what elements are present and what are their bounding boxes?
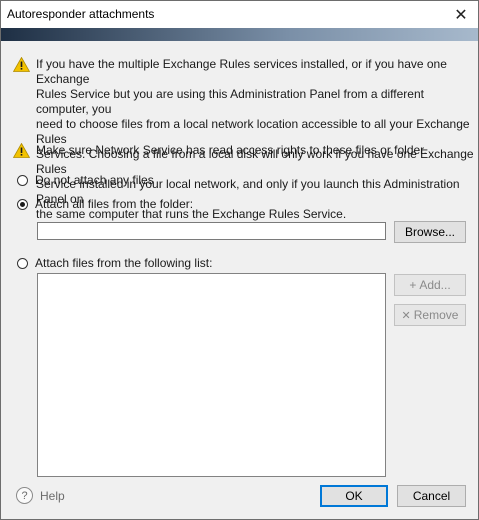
radio-button[interactable] [17,257,28,269]
help-label: Help [40,488,65,503]
access-warning-text: Make sure Network Service has read acces… [36,143,427,157]
warning-line: If you have the multiple Exchange Rules … [36,57,447,86]
plus-icon: + [409,278,417,292]
header-banner [1,28,478,41]
radio-file-list[interactable]: Attach files from the following list: [17,256,212,270]
warning-icon [13,57,30,72]
radio-label: Attach files from the following list: [35,256,213,270]
title-bar: Autoresponder attachments ✕ [1,1,478,28]
folder-path-input[interactable] [37,222,386,240]
radio-button[interactable] [17,174,28,186]
ok-button[interactable]: OK [320,485,388,507]
radio-no-files[interactable]: Do not attach any files [17,173,154,187]
remove-button-label: Remove [413,308,459,322]
radio-button[interactable] [17,198,28,210]
access-warning: Make sure Network Service has read acces… [13,143,427,158]
radio-label: Do not attach any files [35,173,154,187]
cancel-button[interactable]: Cancel [397,485,466,507]
add-button[interactable]: + Add... [394,274,466,296]
window-title: Autoresponder attachments [7,7,155,21]
browse-button[interactable]: Browse... [394,221,466,243]
remove-button[interactable]: ✕ Remove [394,304,466,326]
remove-icon: ✕ [401,309,411,322]
help-icon: ? [16,487,33,504]
warning-icon [13,143,30,158]
dialog-window: Autoresponder attachments ✕ If you have … [0,0,479,520]
add-button-label: Add... [419,278,451,292]
radio-label: Attach all files from the folder: [35,197,194,211]
warning-line: Rules Service but you are using this Adm… [36,87,424,116]
close-button[interactable]: ✕ [444,1,478,28]
help-link[interactable]: ? Help [16,487,65,504]
radio-folder[interactable]: Attach all files from the folder: [17,197,193,211]
file-list-box[interactable] [37,273,386,477]
